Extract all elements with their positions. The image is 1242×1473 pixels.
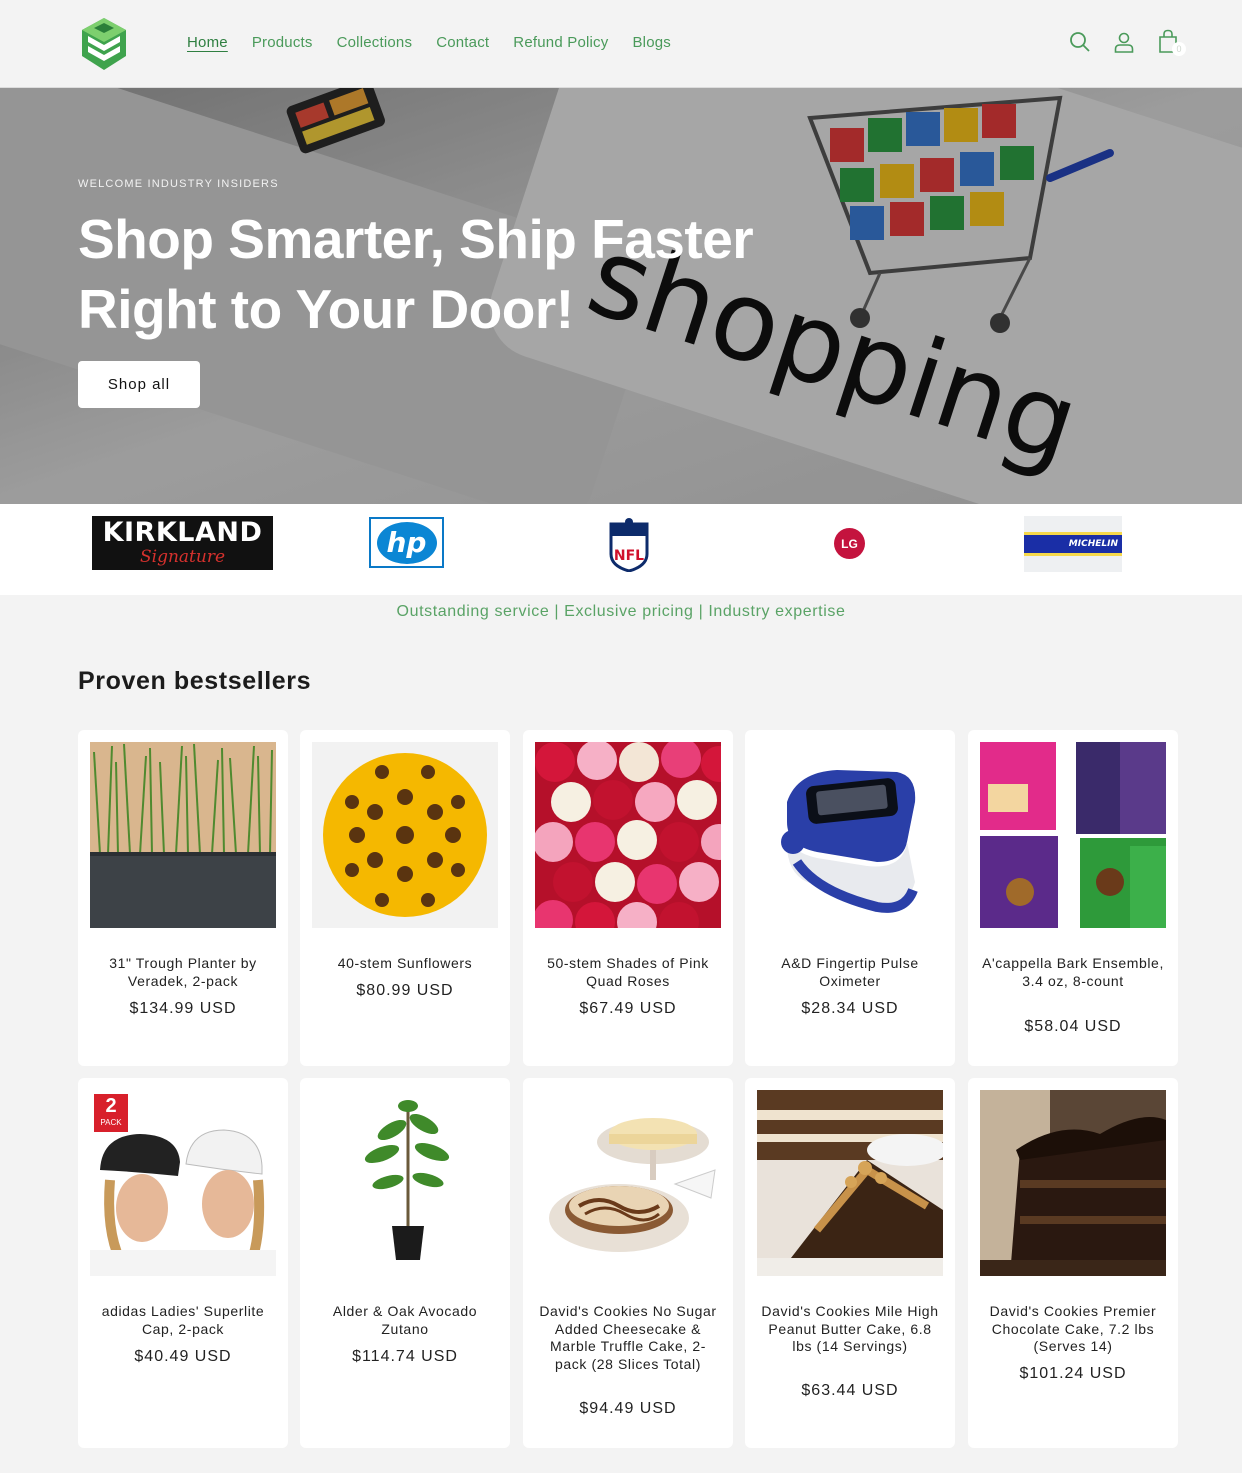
product-price: $58.04 USD: [1024, 1018, 1122, 1035]
cart-count-badge: 0: [1172, 42, 1186, 56]
hero-content: WELCOME INDUSTRY INSIDERS Shop Smarter, …: [78, 178, 798, 344]
nav-home[interactable]: Home: [187, 32, 228, 54]
product-card[interactable]: 40-stem Sunflowers $80.99 USD: [300, 730, 510, 1066]
product-card[interactable]: David's Cookies Mile High Peanut Butter …: [745, 1078, 955, 1448]
product-title[interactable]: A'cappella Bark Ensemble, 3.4 oz, 8-coun…: [982, 955, 1164, 990]
brand-logo-nfl[interactable]: NFL: [608, 516, 650, 573]
product-price: $67.49 USD: [579, 1000, 677, 1017]
product-title[interactable]: David's Cookies Mile High Peanut Butter …: [759, 1303, 941, 1356]
nav-contact[interactable]: Contact: [436, 32, 489, 54]
hero-title: Shop Smarter, Ship Faster Right to Your …: [78, 208, 754, 340]
product-title[interactable]: A&D Fingertip Pulse Oximeter: [759, 955, 941, 990]
product-image[interactable]: [757, 742, 943, 928]
search-icon[interactable]: [1068, 28, 1092, 56]
nav-collections[interactable]: Collections: [337, 32, 413, 54]
product-image[interactable]: [90, 742, 276, 928]
product-price: $28.34 USD: [801, 1000, 899, 1017]
hero-eyebrow: WELCOME INDUSTRY INSIDERS: [78, 178, 279, 190]
account-icon[interactable]: [1112, 28, 1136, 56]
product-card[interactable]: 31" Trough Planter by Veradek, 2-pack $1…: [78, 730, 288, 1066]
product-image[interactable]: [535, 1090, 721, 1276]
product-card[interactable]: Alder & Oak Avocado Zutano $114.74 USD: [300, 1078, 510, 1448]
hero-banner: shopping WELCOME INDUSTRY INSIDERS Shop …: [0, 88, 1242, 504]
product-card[interactable]: A'cappella Bark Ensemble, 3.4 oz, 8-coun…: [968, 730, 1178, 1066]
product-price: $40.49 USD: [134, 1348, 232, 1365]
product-title[interactable]: David's Cookies Premier Chocolate Cake, …: [982, 1303, 1164, 1356]
nav-products[interactable]: Products: [252, 32, 313, 54]
product-image[interactable]: 2 PACK: [90, 1090, 276, 1276]
section-title: Proven bestsellers: [78, 667, 312, 695]
product-card[interactable]: David's Cookies Premier Chocolate Cake, …: [968, 1078, 1178, 1448]
shop-all-button[interactable]: Shop all: [78, 361, 200, 408]
brand-logo-kirkland[interactable]: KIRKLAND Signature: [92, 516, 273, 570]
product-title[interactable]: 50-stem Shades of Pink Quad Roses: [537, 955, 719, 990]
brand-logo-strip: KIRKLAND Signature hp NFL LG MICHELIN: [0, 504, 1242, 595]
product-title[interactable]: adidas Ladies' Superlite Cap, 2-pack: [92, 1303, 274, 1338]
product-title[interactable]: 31" Trough Planter by Veradek, 2-pack: [92, 955, 274, 990]
product-card[interactable]: 50-stem Shades of Pink Quad Roses $67.49…: [523, 730, 733, 1066]
product-card[interactable]: A&D Fingertip Pulse Oximeter $28.34 USD: [745, 730, 955, 1066]
main-nav: Home Products Collections Contact Refund…: [187, 32, 695, 54]
nav-refund-policy[interactable]: Refund Policy: [513, 32, 608, 54]
product-price: $134.99 USD: [129, 1000, 237, 1017]
product-image[interactable]: [980, 742, 1166, 928]
product-price: $101.24 USD: [1019, 1365, 1127, 1382]
brand-logo-michelin[interactable]: MICHELIN: [1024, 516, 1122, 572]
brand-logo-lg[interactable]: LG: [834, 528, 865, 559]
product-image[interactable]: [757, 1090, 943, 1276]
brand-logo-hp[interactable]: hp: [369, 517, 444, 568]
product-title[interactable]: 40-stem Sunflowers: [314, 955, 496, 973]
product-card[interactable]: 2 PACK adidas Ladies' Superlite Cap, 2-p…: [78, 1078, 288, 1448]
header-icons: 0: [1068, 28, 1186, 56]
nav-blogs[interactable]: Blogs: [632, 32, 671, 54]
product-image[interactable]: [312, 1090, 498, 1276]
site-header: Home Products Collections Contact Refund…: [0, 0, 1242, 88]
product-price: $63.44 USD: [801, 1382, 899, 1399]
store-logo[interactable]: [80, 16, 128, 72]
product-card[interactable]: David's Cookies No Sugar Added Cheesecak…: [523, 1078, 733, 1448]
svg-text:NFL: NFL: [614, 548, 644, 564]
product-price: $80.99 USD: [356, 982, 454, 999]
product-price: $114.74 USD: [352, 1348, 458, 1365]
product-image[interactable]: [312, 742, 498, 928]
two-pack-badge: 2 PACK: [94, 1094, 128, 1132]
product-price: $94.49 USD: [579, 1400, 677, 1417]
product-title[interactable]: Alder & Oak Avocado Zutano: [314, 1303, 496, 1338]
product-image[interactable]: [980, 1090, 1166, 1276]
product-image[interactable]: [535, 742, 721, 928]
value-proposition-tagline: Outstanding service | Exclusive pricing …: [396, 603, 846, 620]
product-title[interactable]: David's Cookies No Sugar Added Cheesecak…: [537, 1303, 719, 1373]
cart-icon[interactable]: 0: [1156, 28, 1186, 56]
